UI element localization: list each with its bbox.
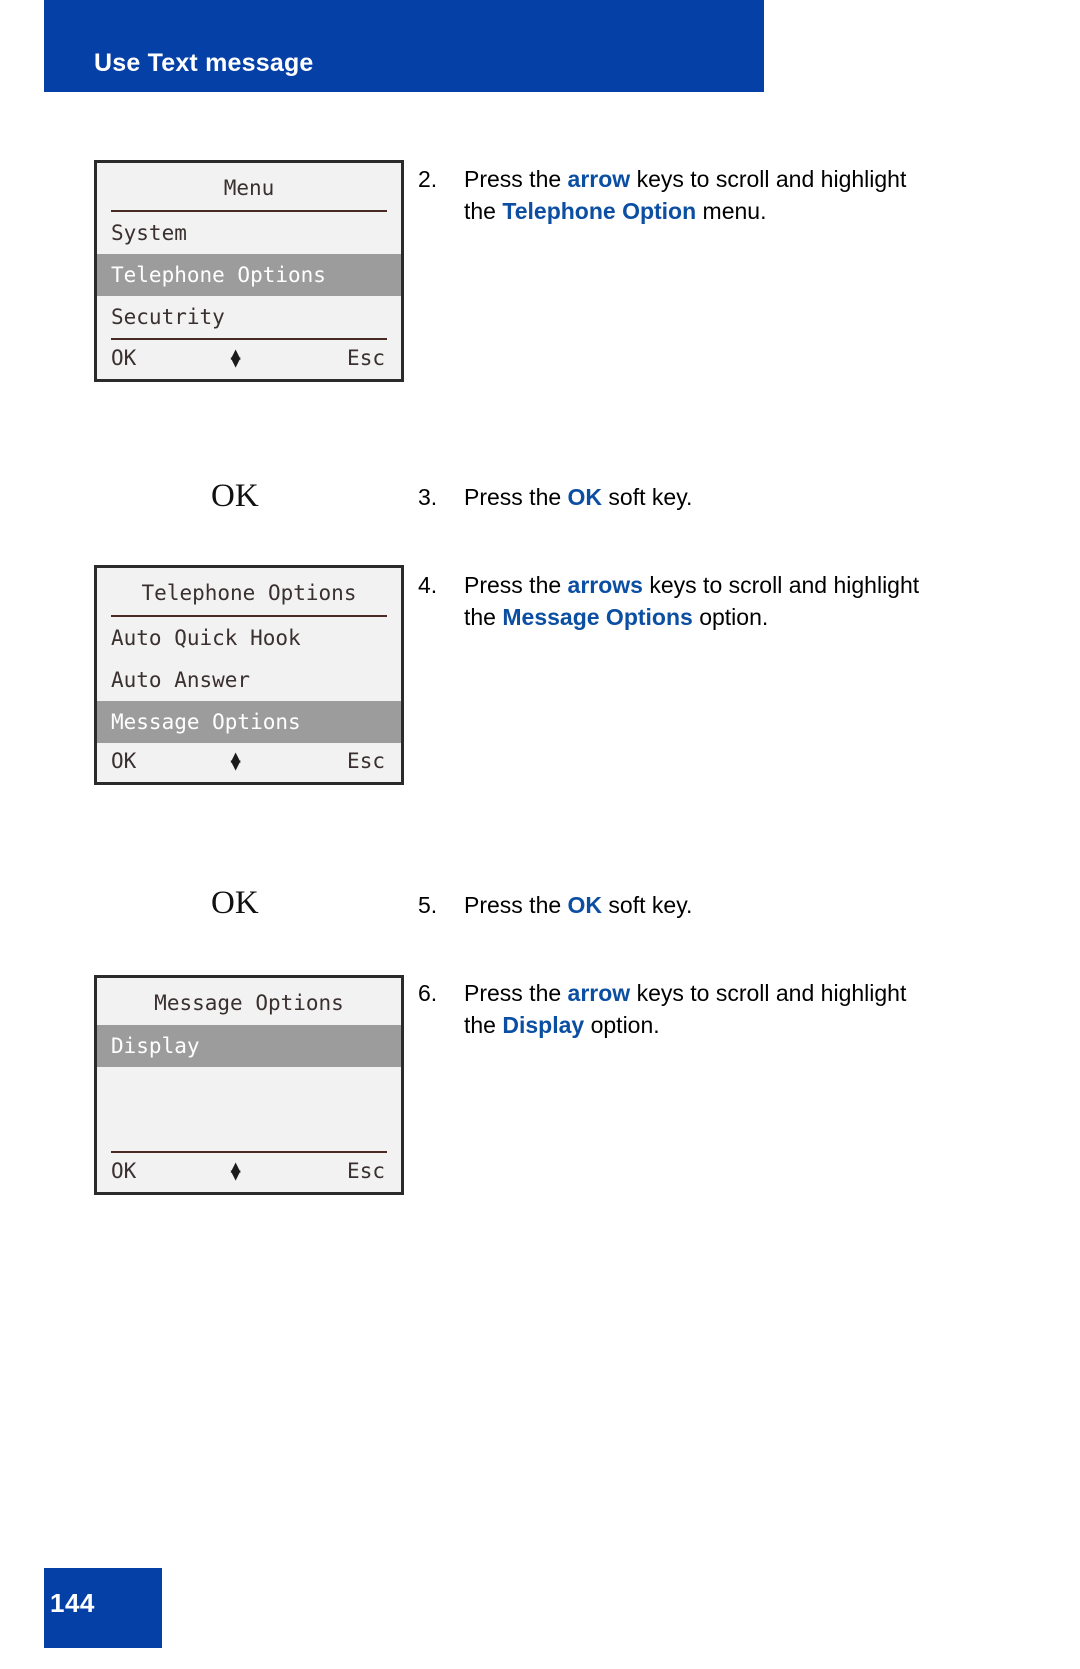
page-header-banner: Use Text message [44, 0, 764, 92]
menu-list: System Telephone Options Secutrity [97, 212, 401, 338]
step-6: 6. Press the arrow keys to scroll and hi… [418, 978, 918, 1041]
step-text-line2-emphasis: Message Options [502, 603, 693, 630]
menu-list: Display [97, 1025, 401, 1151]
step-text-line2-post: option. [584, 1011, 660, 1038]
step-text-line2-emphasis: Telephone Option [502, 197, 697, 224]
step-text-line1-pre: Press the [464, 892, 568, 918]
step-3: 3. Press the OK soft key. [418, 482, 918, 514]
screen-title: Telephone Options [141, 581, 357, 605]
step-text-line1-post: keys to scroll and [630, 980, 815, 1006]
phone-display-message-options: Message Options Display OK ▲ ▼ Esc [94, 975, 404, 1196]
step-text-line1-emphasis: arrow [567, 166, 631, 192]
up-down-arrow-icon[interactable]: ▲ ▼ [231, 345, 241, 371]
page-content: Use Text message Menu System Telephone O… [0, 0, 1080, 1669]
softkey-ok[interactable]: OK [111, 346, 136, 370]
list-item[interactable]: System [97, 212, 401, 254]
step-2: 2. Press the arrow keys to scroll and hi… [418, 164, 918, 227]
list-item[interactable]: Secutrity [97, 296, 401, 338]
step-text: Press the arrow keys to scroll and highl… [464, 164, 918, 227]
step-text-line2-post: menu. [696, 197, 767, 224]
step-text: Press the OK soft key. [464, 890, 692, 922]
step-text-line1-pre: Press the [464, 484, 568, 510]
up-down-arrow-icon[interactable]: ▲ ▼ [231, 1158, 241, 1184]
list-item-empty [97, 1109, 401, 1151]
step-4: 4. Press the arrows keys to scroll and h… [418, 570, 928, 633]
softkey-ok[interactable]: OK [111, 1159, 136, 1183]
step-text: Press the OK soft key. [464, 482, 692, 514]
step-text-line1-emphasis: OK [567, 892, 603, 918]
menu-list: Auto Quick Hook Auto Answer Message Opti… [97, 617, 401, 744]
softkey-esc[interactable]: Esc [347, 1159, 385, 1183]
step-text-line1-pre: Press the [464, 572, 568, 598]
step-text: Press the arrows keys to scroll and high… [464, 570, 928, 633]
step-text: Press the arrow keys to scroll and highl… [464, 978, 918, 1041]
list-item-selected[interactable]: Message Options [97, 701, 401, 744]
step-number: 2. [418, 166, 438, 192]
list-item-empty [97, 1067, 401, 1109]
step-number: 4. [418, 572, 438, 598]
list-item[interactable]: Auto Quick Hook [97, 617, 401, 659]
step-text-line1-post: soft key. [602, 484, 693, 510]
step-5: 5. Press the OK soft key. [418, 890, 918, 922]
softkey-esc[interactable]: Esc [347, 749, 385, 773]
step-number: 3. [418, 484, 438, 510]
step-text-line2-post: option. [692, 603, 769, 630]
up-down-arrow-icon[interactable]: ▲ ▼ [231, 748, 241, 774]
softkey-caption-ok-2[interactable]: OK [211, 885, 259, 922]
softkey-esc[interactable]: Esc [347, 346, 385, 370]
step-number: 6. [418, 980, 438, 1006]
softkey-caption-ok-1[interactable]: OK [211, 478, 259, 515]
step-text-line2-emphasis: Display [502, 1011, 585, 1038]
page-title: Use Text message [94, 49, 314, 77]
step-text-line1-post: soft key. [602, 892, 693, 918]
step-text-line1-emphasis: OK [567, 484, 603, 510]
softkey-ok[interactable]: OK [111, 749, 136, 773]
softkey-bar: OK ▲ ▼ Esc [97, 1153, 401, 1192]
list-item-selected[interactable]: Display [97, 1025, 401, 1068]
step-text-line1-pre: Press the [464, 980, 568, 1006]
screen-title: Menu [223, 176, 275, 200]
list-item-selected[interactable]: Telephone Options [97, 254, 401, 297]
step-text-line1-post: keys to scroll and [642, 572, 828, 598]
step-text-line1-pre: Press the [464, 166, 568, 192]
softkey-bar: OK ▲ ▼ Esc [97, 340, 401, 379]
screen-title: Message Options [154, 991, 344, 1015]
phone-display-telephone-options: Telephone Options Auto Quick Hook Auto A… [94, 565, 404, 786]
step-text-line1-emphasis: arrow [567, 980, 631, 1006]
step-number: 5. [418, 892, 438, 918]
page-number: 144 [50, 1588, 95, 1618]
step-text-line1-post: keys to scroll and [630, 166, 815, 192]
phone-display-menu: Menu System Telephone Options Secutrity … [94, 160, 404, 383]
list-item[interactable]: Auto Answer [97, 659, 401, 701]
softkey-bar: OK ▲ ▼ Esc [97, 743, 401, 782]
step-text-line1-emphasis: arrows [567, 572, 643, 598]
